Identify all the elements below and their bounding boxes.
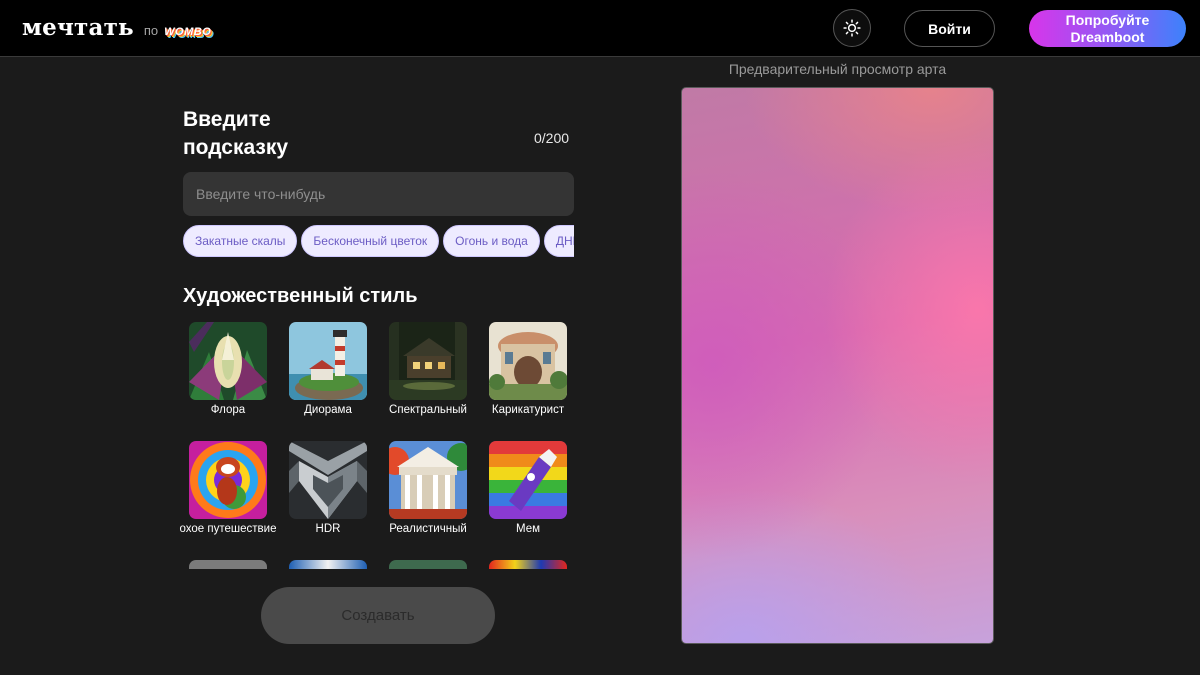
style-thumbnail: [289, 441, 367, 519]
try-dreamboot-line2: Dreamboot: [1070, 28, 1145, 45]
suggestion-chip[interactable]: Огонь и вода: [443, 225, 540, 257]
style-card-caricaturist[interactable]: Карикатурист: [478, 322, 578, 432]
prompt-input[interactable]: [183, 172, 574, 216]
login-button[interactable]: Войти: [904, 10, 995, 47]
style-card-flora[interactable]: Флора: [178, 322, 278, 432]
style-thumbnail: [389, 560, 467, 569]
logo-by-text: по: [143, 23, 159, 38]
style-card-trip[interactable]: охое путешествие: [178, 441, 278, 551]
style-thumbnail: [489, 560, 567, 569]
style-card-more[interactable]: [278, 560, 378, 569]
suggestion-chip[interactable]: ДНК торговые: [543, 225, 574, 257]
style-card-more[interactable]: [378, 560, 478, 569]
style-thumbnail: [389, 441, 467, 519]
style-thumbnail: [489, 322, 567, 400]
style-card-more[interactable]: [478, 560, 578, 569]
art-style-title: Художественный стиль: [183, 285, 418, 307]
style-card-more[interactable]: [178, 560, 278, 569]
style-thumbnail: [189, 560, 267, 569]
suggestion-chip[interactable]: Бесконечный цветок: [301, 225, 440, 257]
create-button[interactable]: Создавать: [261, 587, 495, 644]
logo-text: мечтать: [22, 14, 134, 41]
prompt-suggestions: Закатные скалы Бесконечный цветок Огонь и …: [183, 225, 574, 257]
top-header: мечтать по WOMBO Войти Попробуйте Dreamb…: [0, 0, 1200, 57]
wombo-logo: WOMBO: [164, 26, 212, 38]
style-label: Карикатурист: [491, 404, 565, 416]
style-thumbnail: [189, 322, 267, 400]
style-thumbnail: [289, 322, 367, 400]
preview-label: Предварительный просмотр арта: [728, 61, 947, 77]
style-card-hdr[interactable]: HDR: [278, 441, 378, 551]
style-label: Мем: [515, 523, 540, 535]
style-card-spectral[interactable]: Спектральный: [378, 322, 478, 432]
logo[interactable]: мечтать по WOMBO: [22, 14, 211, 41]
try-dreamboot-button[interactable]: Попробуйте Dreamboot: [1029, 10, 1186, 47]
art-preview-card: [681, 87, 994, 644]
style-thumbnail: [489, 441, 567, 519]
style-thumbnail: [189, 441, 267, 519]
art-style-grid: Флора Диорама Спектральный Карикатурист …: [178, 322, 578, 569]
sun-icon: [843, 19, 861, 37]
prompt-title: Введите подсказку: [183, 108, 289, 159]
style-card-diorama[interactable]: Диорама: [278, 322, 378, 432]
theme-toggle-button[interactable]: [833, 9, 871, 47]
style-card-realistic[interactable]: Реалистичный: [378, 441, 478, 551]
style-thumbnail: [389, 322, 467, 400]
char-counter: 0/200: [534, 130, 570, 146]
style-thumbnail: [289, 560, 367, 569]
try-dreamboot-line1: Попробуйте: [1065, 11, 1150, 28]
style-card-meme[interactable]: Мем: [478, 441, 578, 551]
suggestion-chip[interactable]: Закатные скалы: [183, 225, 298, 257]
